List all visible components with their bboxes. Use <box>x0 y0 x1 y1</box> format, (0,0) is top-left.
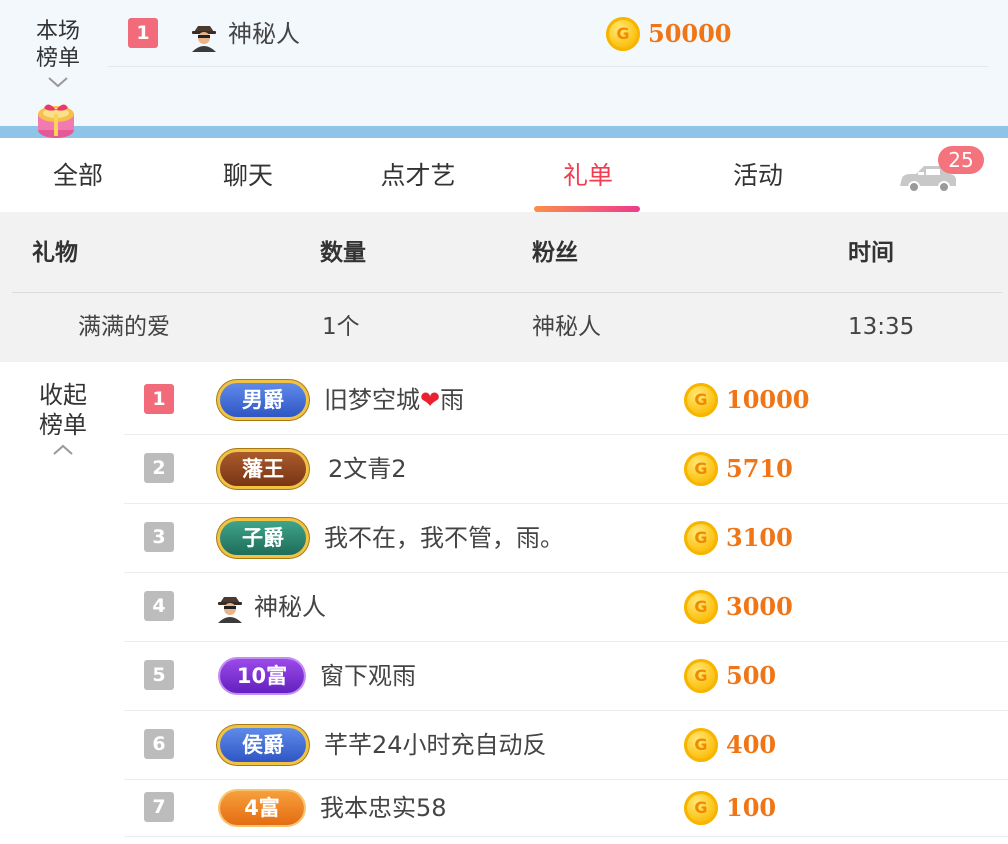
noble-title-badge: 男爵 <box>220 383 306 417</box>
username[interactable]: 神秘人 <box>228 17 300 51</box>
gift-table: 礼物 数量 粉丝 时间 满满的爱 1个 神秘人 13:35 <box>0 212 1008 362</box>
rank-badge: 3 <box>144 522 174 552</box>
coin-amount: 3100 <box>726 523 793 552</box>
rank-badge: 6 <box>144 729 174 759</box>
rank-badge: 5 <box>144 660 174 690</box>
username[interactable]: 我本忠实58 <box>320 791 447 825</box>
col-quantity: 数量 <box>320 240 366 266</box>
wealth-level-badge: 4富 <box>220 791 304 825</box>
tab-activity[interactable]: 活动 <box>700 138 816 212</box>
username[interactable]: 芊芊24小时充自动反 <box>324 728 547 762</box>
tab-all[interactable]: 全部 <box>20 138 136 212</box>
noble-title-badge: 子爵 <box>220 521 306 555</box>
coin-icon: G <box>684 521 718 555</box>
coin-amount: 400 <box>726 730 777 759</box>
session-leaderboard-toggle[interactable]: 本场榜单 <box>28 18 88 88</box>
car-count-badge: 25 <box>938 146 984 174</box>
list-item[interactable]: 6 侯爵 芊芊24小时充自动反 G 400 <box>124 711 1008 780</box>
mystery-user-icon <box>218 597 242 623</box>
col-time: 时间 <box>848 240 894 266</box>
gift-box-icon <box>38 104 74 138</box>
collapse-leaderboard-toggle[interactable]: 收起榜单 <box>28 380 98 456</box>
session-top-entry[interactable]: 1 神秘人 G 50000 <box>108 0 988 67</box>
list-item[interactable]: 3 子爵 我不在，我不管，雨。 G 3100 <box>124 504 1008 573</box>
list-item[interactable]: 1 男爵 旧梦空城❤雨 G 10000 <box>124 366 1008 435</box>
tab-gift-list[interactable]: 礼单 <box>530 138 646 212</box>
noble-title-badge: 侯爵 <box>220 728 306 762</box>
rank-badge: 4 <box>144 591 174 621</box>
coin-icon: G <box>684 791 718 825</box>
collapse-leaderboard-label: 收起榜单 <box>39 381 87 439</box>
rank-badge: 1 <box>128 18 158 48</box>
wealth-level-badge: 10富 <box>220 659 304 693</box>
username[interactable]: 2文青2 <box>328 452 407 486</box>
rank-badge: 2 <box>144 453 174 483</box>
coin-amount: 100 <box>726 793 777 822</box>
heart-icon: ❤ <box>420 386 441 414</box>
coin-icon: G <box>684 659 718 693</box>
username[interactable]: 旧梦空城❤雨 <box>324 383 464 417</box>
coin-icon: G <box>684 728 718 762</box>
gift-fan[interactable]: 神秘人 <box>532 292 601 362</box>
username-part: 雨 <box>440 386 465 414</box>
chevron-up-icon <box>53 444 73 455</box>
chevron-down-icon <box>48 77 68 88</box>
panel-divider <box>0 126 1008 138</box>
username[interactable]: 窗下观雨 <box>320 659 416 693</box>
gift-name: 满满的爱 <box>78 314 170 340</box>
session-leaderboard-label: 本场榜单 <box>35 19 80 71</box>
list-item[interactable]: 4 神秘人 G 3000 <box>124 573 1008 642</box>
tab-bar: 全部 聊天 点才艺 礼单 活动 <box>0 138 1008 213</box>
coin-amount: 5710 <box>726 454 793 483</box>
rank-badge: 1 <box>144 384 174 414</box>
list-item[interactable]: 2 藩王 2文青2 G 5710 <box>124 435 1008 504</box>
top-leaderboard-panel: 本场榜单 1 神秘人 G 50000 <box>0 0 1008 126</box>
tab-chat[interactable]: 聊天 <box>190 138 306 212</box>
coin-icon: G <box>606 17 640 51</box>
coin-amount: 10000 <box>726 385 810 414</box>
col-fan: 粉丝 <box>532 240 578 266</box>
list-item[interactable]: 7 4富 我本忠实58 G 100 <box>124 776 1008 837</box>
col-gift: 礼物 <box>32 240 78 266</box>
gift-quantity: 1个 <box>322 314 360 340</box>
mystery-user-icon <box>192 26 216 52</box>
noble-title-badge: 藩王 <box>220 452 306 486</box>
rank-badge: 7 <box>144 792 174 822</box>
gift-table-header: 礼物 数量 粉丝 时间 <box>0 212 1008 292</box>
list-item[interactable]: 5 10富 窗下观雨 G 500 <box>124 642 1008 711</box>
coin-icon: G <box>684 590 718 624</box>
gift-time: 13:35 <box>848 314 915 340</box>
coin-amount: 3000 <box>726 592 793 621</box>
coin-amount: 500 <box>726 661 777 690</box>
coin-amount: 50000 <box>648 19 732 48</box>
username[interactable]: 我不在，我不管，雨。 <box>324 521 564 555</box>
username-part: 旧梦空城 <box>324 386 420 414</box>
tab-talent[interactable]: 点才艺 <box>356 138 480 212</box>
username[interactable]: 神秘人 <box>254 590 326 624</box>
coin-icon: G <box>684 452 718 486</box>
coin-icon: G <box>684 383 718 417</box>
